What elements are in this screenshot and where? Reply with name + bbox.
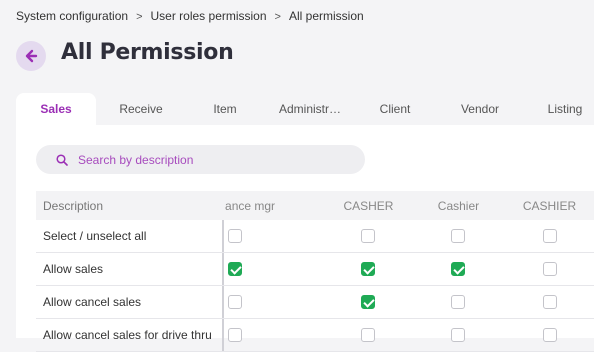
select-all-checkbox[interactable] (228, 229, 243, 243)
permission-checkbox[interactable] (361, 262, 376, 276)
breadcrumb-separator: > (274, 11, 281, 23)
permission-cell (325, 286, 412, 318)
permission-checkbox[interactable] (228, 262, 243, 276)
permission-cell (412, 253, 505, 285)
breadcrumb-item-user-roles-permission[interactable]: User roles permission (151, 9, 267, 23)
permission-cell (224, 253, 325, 285)
select-all-checkbox[interactable] (451, 229, 466, 243)
search-icon (56, 153, 68, 166)
permission-cell (505, 220, 594, 252)
table-row: Select / unselect all (36, 220, 594, 253)
search-input[interactable] (76, 151, 350, 168)
back-button[interactable] (16, 41, 46, 71)
select-all-checkbox[interactable] (542, 229, 557, 243)
permission-checkbox[interactable] (228, 328, 243, 342)
search-bar[interactable] (36, 145, 365, 174)
tab-administration[interactable]: Administr… (264, 93, 356, 125)
permission-cell (325, 319, 412, 351)
permission-checkbox[interactable] (361, 295, 376, 309)
table-row: Allow cancel sales (36, 286, 594, 319)
column-header-role: CASHIER (522, 198, 577, 213)
breadcrumb: System configuration > User roles permissi… (16, 9, 364, 23)
table-row: Allow cancel sales for drive thru (36, 319, 594, 352)
permission-panel: Description ance mgr CASHER Cashier CASH… (16, 125, 594, 352)
permission-checkbox[interactable] (228, 295, 243, 309)
permission-cell (224, 286, 325, 318)
column-header-role: CASHER (343, 198, 394, 213)
permission-checkbox[interactable] (451, 295, 466, 309)
table-row: Allow sales (36, 253, 594, 286)
tab-vendor[interactable]: Vendor (434, 93, 526, 125)
tab-sales[interactable]: Sales (16, 93, 96, 125)
permission-label: Allow cancel sales (36, 286, 225, 318)
permission-cell (224, 220, 325, 252)
permission-cell (412, 286, 505, 318)
table-header-row: Description ance mgr CASHER Cashier CASH… (36, 191, 594, 220)
permission-label: Allow sales (36, 253, 225, 285)
permission-checkbox[interactable] (451, 262, 466, 276)
tab-listing[interactable]: Listing (526, 93, 594, 125)
permission-cell (412, 319, 505, 351)
breadcrumb-item-all-permission: All permission (288, 9, 364, 23)
permission-checkbox[interactable] (361, 328, 376, 342)
permission-label: Select / unselect all (36, 220, 225, 252)
permission-cell (412, 220, 505, 252)
permission-cell (505, 286, 594, 318)
tab-item[interactable]: Item (186, 93, 264, 125)
permission-cell (505, 253, 594, 285)
breadcrumb-item-system-configuration[interactable]: System configuration (16, 9, 128, 23)
column-header-role: ance mgr (225, 198, 276, 213)
permission-checkbox[interactable] (542, 262, 557, 276)
page-title: All Permission (61, 40, 234, 65)
permission-cell (325, 220, 412, 252)
permission-checkbox[interactable] (542, 295, 557, 309)
permission-checkbox[interactable] (542, 328, 557, 342)
permission-checkbox[interactable] (451, 328, 466, 342)
permission-cell (505, 319, 594, 351)
permission-cell (325, 253, 412, 285)
permission-table: Description ance mgr CASHER Cashier CASH… (36, 191, 594, 352)
breadcrumb-separator: > (136, 11, 143, 23)
tab-receive[interactable]: Receive (96, 93, 186, 125)
select-all-checkbox[interactable] (361, 229, 376, 243)
arrow-left-icon (25, 49, 38, 63)
permission-cell (224, 319, 325, 351)
tab-bar: Sales Receive Item Administr… Client Ven… (16, 93, 594, 125)
permission-label: Allow cancel sales for drive thru (36, 319, 225, 351)
column-header-description: Description (43, 198, 104, 213)
tab-client[interactable]: Client (356, 93, 434, 125)
column-header-role: Cashier (437, 198, 480, 213)
